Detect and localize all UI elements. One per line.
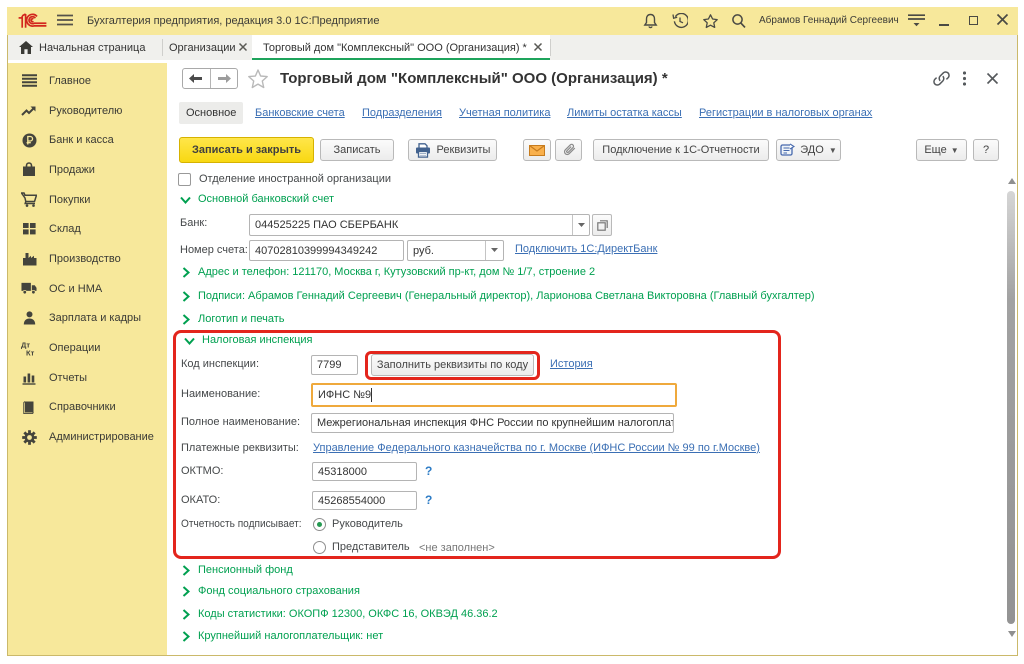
svg-text:Кт: Кт — [26, 348, 35, 356]
